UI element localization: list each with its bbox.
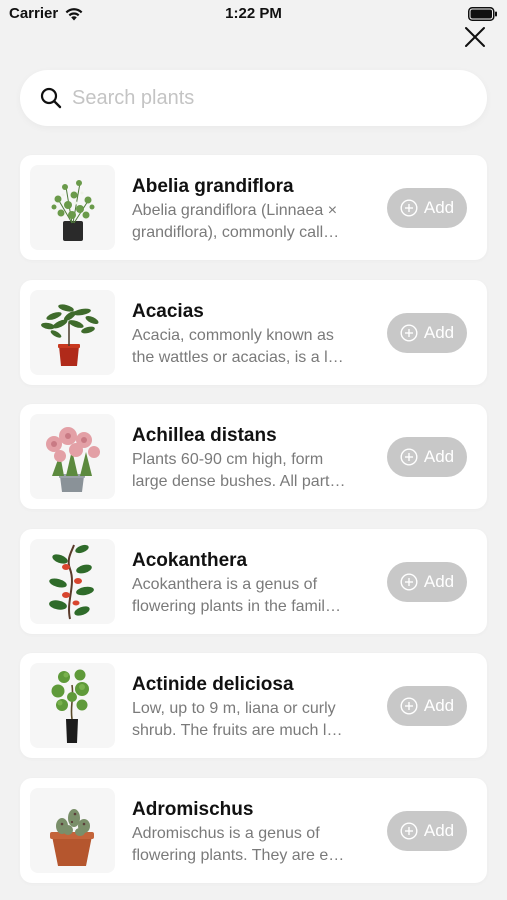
acacia-plant-icon: [41, 303, 99, 366]
plus-circle-icon: [400, 572, 418, 591]
abelia-plant-icon: [51, 180, 95, 241]
plant-description: Low, up to 9 m, liana or curly shrub. Th…: [132, 700, 343, 739]
plus-circle-icon: [400, 448, 418, 466]
plant-thumbnail: [30, 165, 115, 250]
search-input[interactable]: [72, 86, 452, 110]
acokanthera-plant-icon: [49, 544, 94, 619]
status-time: 1:22 PM: [225, 5, 282, 22]
add-button[interactable]: Add: [387, 188, 467, 228]
plant-list-item[interactable]: Achillea distans Plants 60-90 cm high, f…: [20, 404, 487, 509]
plant-list-item[interactable]: Acacias Acacia, commonly known as the wa…: [20, 279, 487, 385]
add-button-label: Add: [423, 447, 455, 466]
actinidia-plant-icon: [51, 669, 89, 743]
plant-thumbnail: [30, 414, 115, 499]
status-bar: Carrier 1:22 PM: [0, 0, 507, 28]
plus-circle-icon: [400, 323, 418, 342]
add-button-label: Add: [423, 696, 455, 715]
plant-name: Adromischus: [132, 798, 254, 820]
plant-description: Abelia grandiflora (Linnaea × grandiflor…: [132, 202, 340, 241]
search-icon: [40, 87, 62, 109]
add-button-label: Add: [423, 198, 455, 217]
plant-thumbnail: [30, 538, 115, 624]
plant-list-item[interactable]: Adromischus Adromischus is a genus of fl…: [20, 777, 487, 883]
add-button-label: Add: [423, 571, 455, 591]
plus-circle-icon: [400, 821, 418, 840]
plant-name: Abelia grandiflora: [132, 176, 294, 197]
plant-description: Adromischus is a genus of flowering plan…: [132, 824, 345, 864]
plant-list: Abelia grandiflora Abelia grandiflora (L…: [20, 155, 487, 900]
add-button[interactable]: Add: [387, 810, 467, 851]
close-button[interactable]: [463, 25, 487, 49]
adromischus-plant-icon: [50, 808, 94, 866]
plant-list-item[interactable]: Acokanthera Acokanthera is a genus of fl…: [20, 528, 487, 634]
plant-description: Acacia, commonly known as the wattles or…: [132, 326, 344, 366]
add-button[interactable]: Add: [387, 561, 467, 602]
search-bar[interactable]: [20, 70, 487, 126]
plant-name: Acokanthera: [132, 549, 248, 571]
add-button[interactable]: Add: [387, 312, 467, 353]
plant-description: Acokanthera is a genus of flowering plan…: [132, 575, 341, 615]
plant-list-item[interactable]: Abelia grandiflora Abelia grandiflora (L…: [20, 155, 487, 260]
plant-name: Achillea distans: [132, 425, 277, 446]
plus-circle-icon: [400, 697, 418, 715]
add-button-label: Add: [423, 820, 455, 840]
close-icon: [465, 27, 485, 47]
battery-icon: [468, 7, 497, 21]
plant-name: Acacias: [132, 300, 204, 322]
plus-circle-icon: [400, 199, 418, 217]
add-button[interactable]: Add: [387, 437, 467, 477]
add-button-label: Add: [423, 322, 455, 342]
plant-name: Actinide deliciosa: [132, 674, 294, 695]
achillea-plant-icon: [46, 427, 100, 492]
add-button[interactable]: Add: [387, 686, 467, 726]
plant-description: Plants 60-90 cm high, form large dense b…: [132, 451, 346, 490]
plant-list-item[interactable]: Actinide deliciosa Low, up to 9 m, liana…: [20, 653, 487, 758]
plant-search-screen: Carrier 1:22 PM Search plants Abelia gra…: [0, 0, 507, 900]
plant-thumbnail: [30, 663, 115, 748]
plant-thumbnail: [30, 787, 115, 873]
plant-thumbnail: [30, 289, 115, 375]
